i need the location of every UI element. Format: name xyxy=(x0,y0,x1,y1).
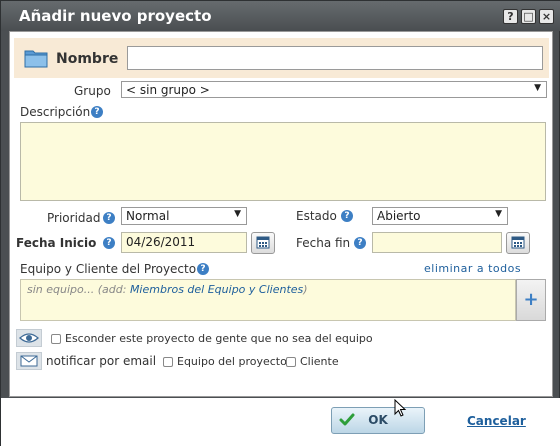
estado-select-value: Abierto xyxy=(377,209,421,223)
hide-project-checkbox[interactable] xyxy=(51,334,61,344)
descripcion-textarea[interactable] xyxy=(20,122,546,201)
help-icon[interactable]: ? xyxy=(197,263,209,275)
estado-select[interactable]: Abierto ▼ xyxy=(372,207,508,225)
chevron-down-icon: ▼ xyxy=(234,209,241,219)
hide-project-label: Esconder este proyecto de gente que no s… xyxy=(65,332,373,345)
help-icon[interactable]: ? xyxy=(354,237,366,249)
prioridad-select[interactable]: Normal ▼ xyxy=(121,207,247,225)
close-button[interactable]: × xyxy=(539,9,554,24)
dialog-titlebar[interactable]: Añadir nuevo proyecto ? □ × xyxy=(1,1,560,31)
prioridad-label: Prioridad xyxy=(47,211,101,225)
add-member-button[interactable]: + xyxy=(516,279,546,321)
help-icon[interactable]: ? xyxy=(103,212,115,224)
grupo-select-value: < sin grupo > xyxy=(126,83,210,97)
calendar-icon[interactable] xyxy=(251,232,275,254)
check-icon xyxy=(339,413,355,430)
help-icon[interactable]: ? xyxy=(341,210,353,222)
help-icon[interactable]: ? xyxy=(103,237,115,249)
prioridad-select-value: Normal xyxy=(126,209,170,223)
fecha-inicio-label: Fecha Inicio xyxy=(16,236,97,250)
notify-client-checkbox[interactable] xyxy=(286,357,296,367)
remove-all-link[interactable]: eliminar a todos xyxy=(424,262,521,275)
mouse-cursor-icon xyxy=(394,398,408,422)
help-button[interactable]: ? xyxy=(503,9,518,24)
team-placeholder: sin equipo... (add: Miembros del Equipo … xyxy=(27,283,308,296)
team-placeholder-suffix: ) xyxy=(303,283,308,296)
help-icon[interactable]: ? xyxy=(91,106,103,118)
notify-client-label: Cliente xyxy=(300,355,339,368)
dialog-title: Añadir nuevo proyecto xyxy=(19,7,212,25)
team-label: Equipo y Cliente del Proyecto xyxy=(20,262,197,276)
notify-team-checkbox[interactable] xyxy=(163,357,173,367)
nombre-input[interactable] xyxy=(127,46,543,70)
estado-label: Estado xyxy=(296,209,337,223)
mail-icon xyxy=(16,352,42,370)
chevron-down-icon: ▼ xyxy=(495,209,502,219)
fecha-fin-label: Fecha fin xyxy=(296,236,351,250)
folder-icon xyxy=(24,48,48,71)
team-members-link[interactable]: Miembros del Equipo y Clientes xyxy=(130,283,303,296)
team-placeholder-prefix: sin equipo... (add: xyxy=(27,283,130,296)
add-project-dialog: Añadir nuevo proyecto ? □ × Nombre Grupo… xyxy=(0,0,560,446)
fecha-fin-input[interactable] xyxy=(372,232,502,253)
fecha-inicio-input[interactable]: 04/26/2011 xyxy=(121,232,247,253)
grupo-select[interactable]: < sin grupo > ▼ xyxy=(121,81,547,98)
dialog-body: Nombre Grupo < sin grupo > ▼ Descripción… xyxy=(9,31,553,397)
calendar-icon[interactable] xyxy=(506,232,530,254)
maximize-button[interactable]: □ xyxy=(521,9,536,24)
team-box[interactable]: sin equipo... (add: Miembros del Equipo … xyxy=(20,279,516,321)
nombre-label: Nombre xyxy=(56,51,119,67)
notify-label: notificar por email xyxy=(46,354,157,368)
cancel-link[interactable]: Cancelar xyxy=(467,414,526,428)
eye-icon xyxy=(16,329,42,347)
chevron-down-icon: ▼ xyxy=(534,83,541,93)
notify-team-label: Equipo del proyecto xyxy=(177,355,287,368)
ok-button-label: OK xyxy=(368,413,388,427)
descripcion-label: Descripción xyxy=(20,105,91,119)
grupo-label: Grupo xyxy=(74,84,111,98)
